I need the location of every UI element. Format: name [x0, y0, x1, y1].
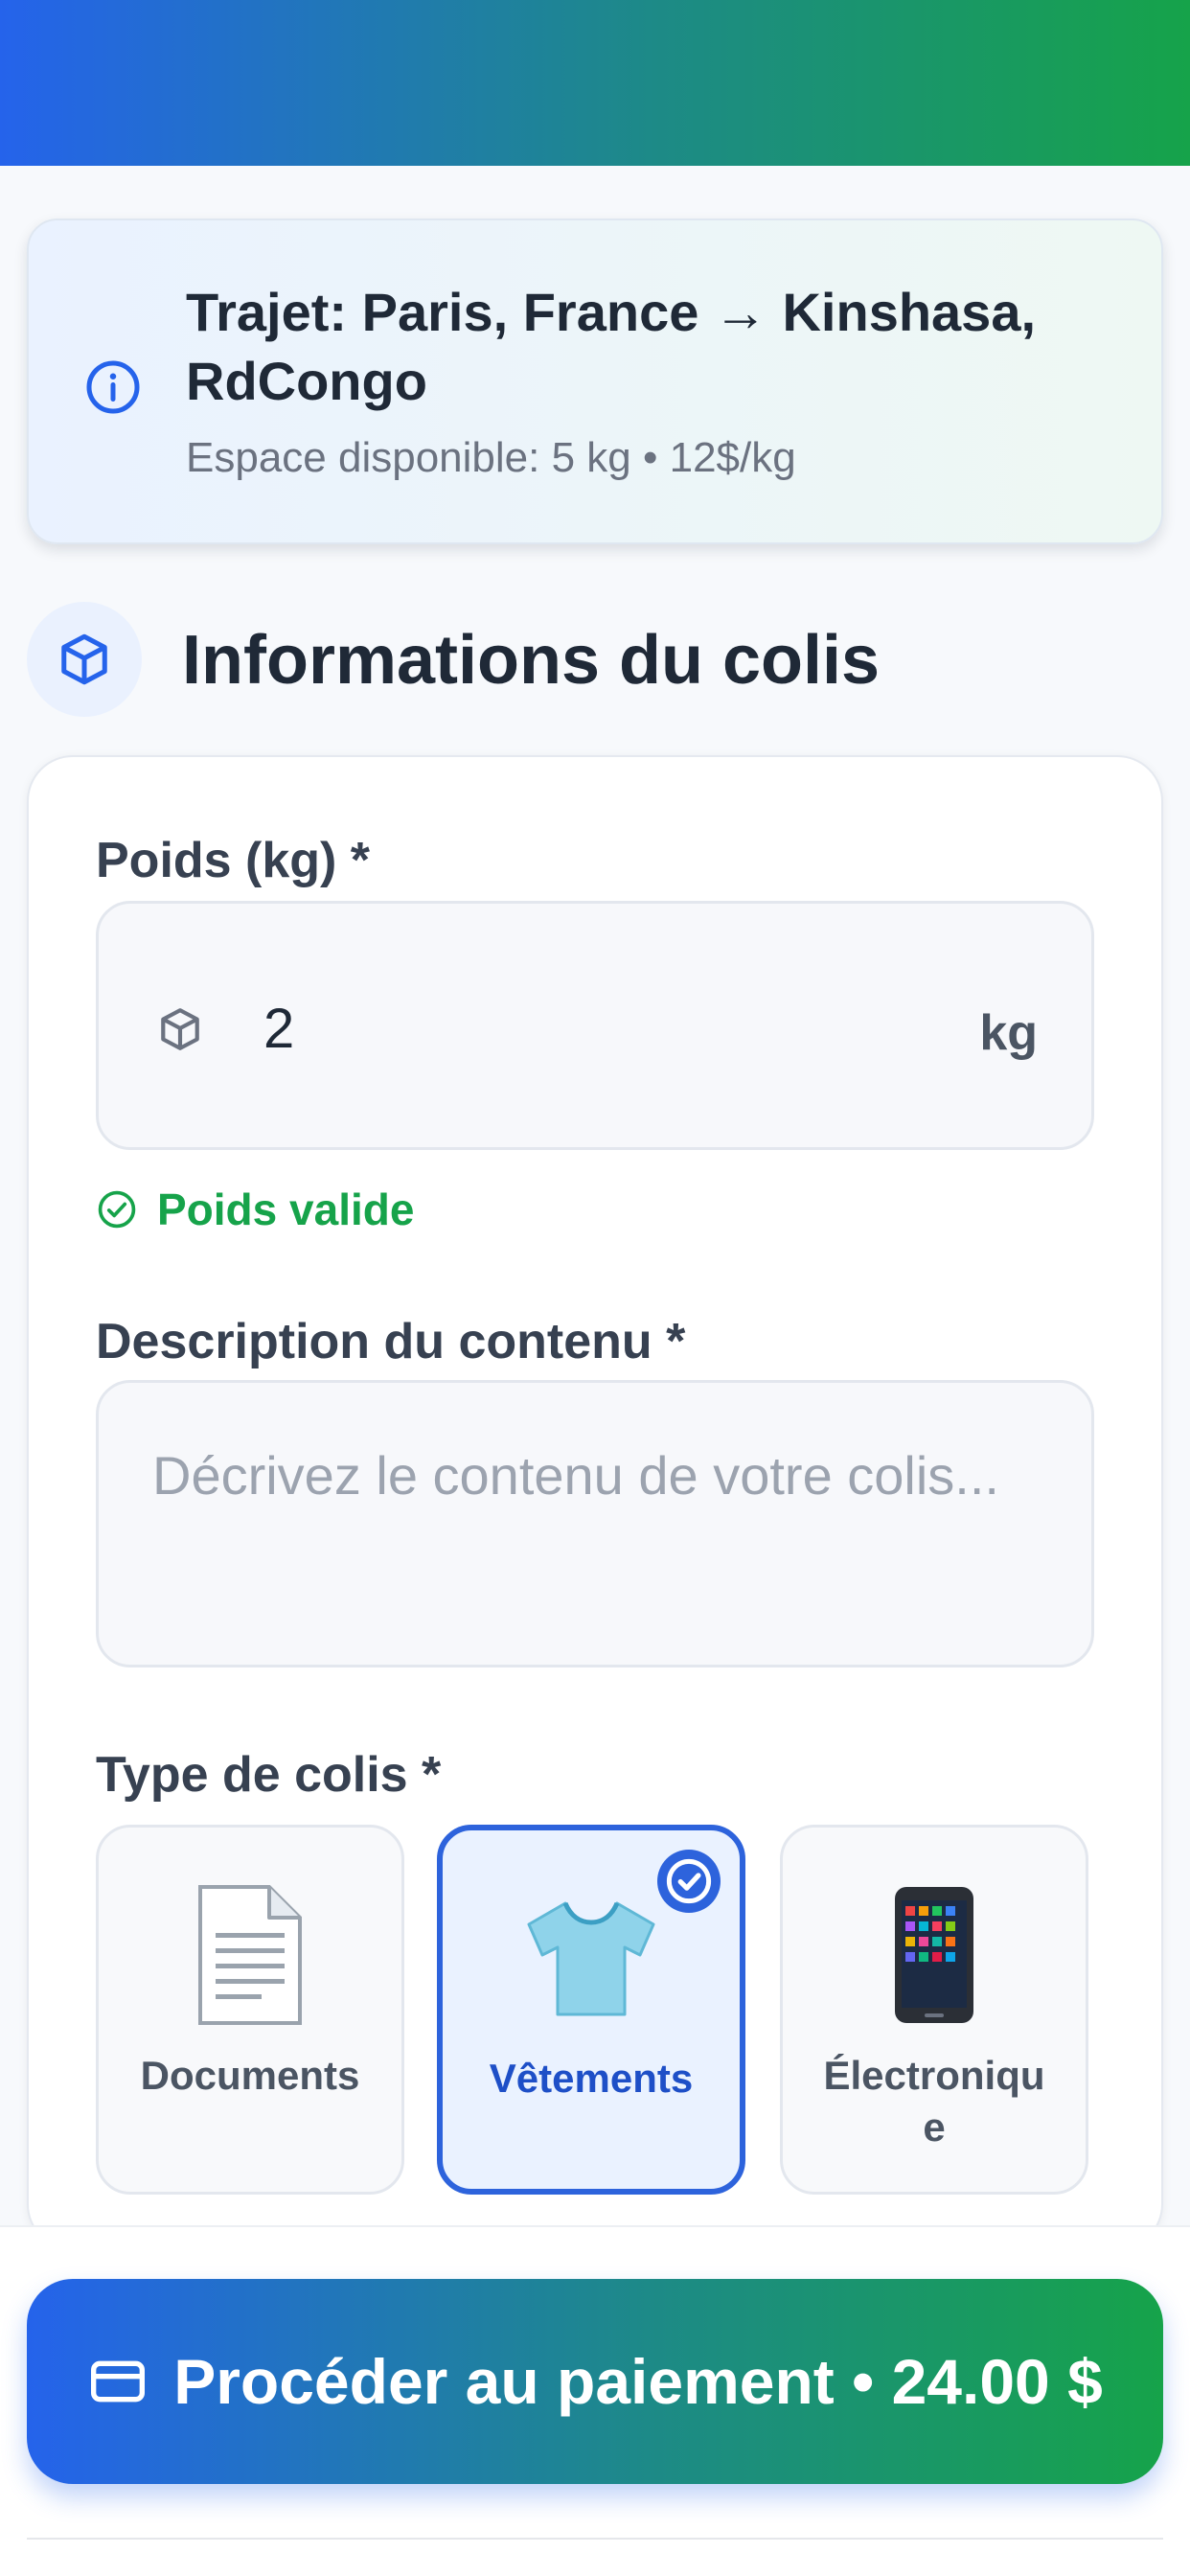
- divider: [27, 2538, 1163, 2540]
- type-option-documents[interactable]: Documents: [96, 1825, 404, 2195]
- payment-button-label: Procéder au paiement • 24.00 $: [173, 2346, 1103, 2417]
- selected-check-icon: [657, 1850, 721, 1913]
- weight-label: Poids (kg) *: [96, 833, 371, 888]
- description-textarea[interactable]: Décrivez le contenu de votre colis...: [96, 1380, 1094, 1668]
- description-placeholder: Décrivez le contenu de votre colis...: [152, 1445, 999, 1506]
- document-icon: [99, 1883, 401, 2027]
- header-gradient-bar: [0, 0, 1190, 166]
- type-option-vetements[interactable]: Vêtements: [437, 1825, 745, 2195]
- weight-valid-text: Poids valide: [157, 1184, 415, 1234]
- weight-value: 2: [263, 998, 295, 1060]
- route-title: Trajet: Paris, France → Kinshasa, RdCong…: [186, 282, 1037, 411]
- weight-unit: kg: [979, 1005, 1038, 1061]
- check-circle-icon: [98, 1190, 136, 1229]
- package-section-icon-wrap: [27, 602, 142, 717]
- proceed-to-payment-button[interactable]: Procéder au paiement • 24.00 $: [27, 2279, 1163, 2484]
- box-icon: [161, 1008, 199, 1050]
- package-icon: [61, 633, 107, 685]
- route-info-card: Trajet: Paris, France → Kinshasa, RdCong…: [27, 218, 1163, 544]
- type-option-label: Vêtements: [489, 2056, 694, 2101]
- type-option-label: Documents: [140, 2053, 360, 2098]
- route-availability: Espace disponible: 5 kg • 12$/kg: [186, 434, 796, 481]
- description-label: Description du contenu *: [96, 1314, 686, 1369]
- page: Trajet: Paris, France → Kinshasa, RdCong…: [0, 0, 1190, 2576]
- smartphone-icon: [783, 1883, 1086, 2027]
- type-option-label: Électronique: [823, 2053, 1045, 2150]
- package-type-label: Type de colis *: [96, 1747, 442, 1803]
- credit-card-icon: [91, 2360, 146, 2403]
- info-icon: [86, 360, 140, 414]
- section-title: Informations du colis: [182, 622, 881, 699]
- weight-input[interactable]: 2 kg: [96, 901, 1094, 1150]
- type-option-electronique[interactable]: Électronique: [780, 1825, 1088, 2195]
